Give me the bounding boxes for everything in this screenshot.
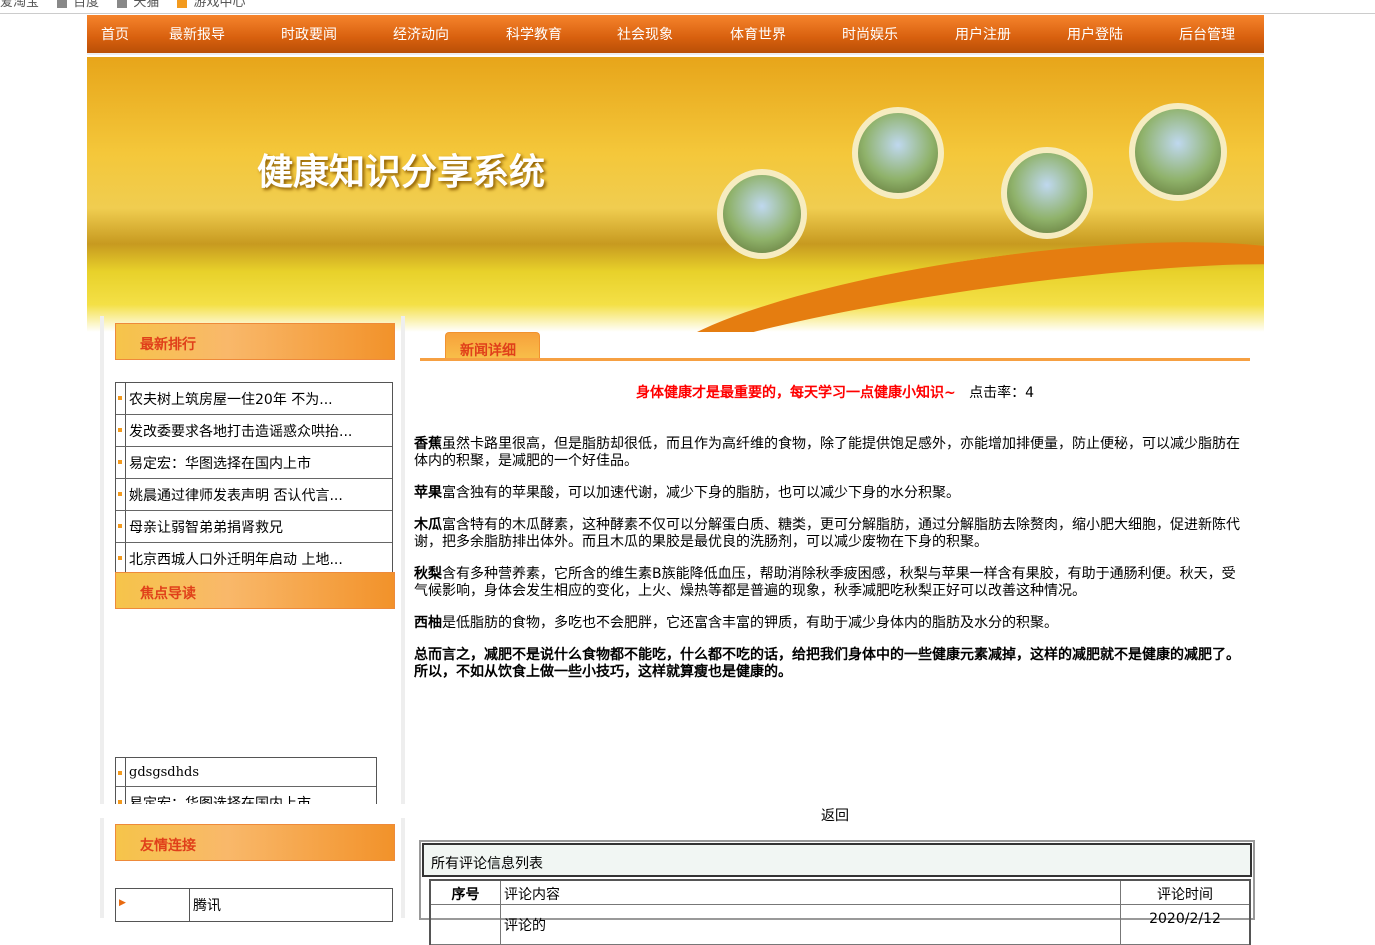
col-time: 评论时间 <box>1157 887 1213 903</box>
paragraph: 总而言之，减肥不是说什么食物都不能吃，什么都不吃的话，给把我们身体中的一些健康元… <box>414 647 1240 680</box>
nav-economy[interactable]: 经济动向 <box>393 24 449 44</box>
link-label[interactable]: 腾讯 <box>190 895 221 915</box>
list-item-label[interactable]: 发改委要求各地打击造谣惑众哄抬... <box>126 421 352 441</box>
nav-admin[interactable]: 后台管理 <box>1179 24 1235 44</box>
main-nav: 首页 最新报导 时政要闻 经济动向 科学教育 社会现象 体育世界 时尚娱乐 用户… <box>87 15 1264 55</box>
cell-content: 评论的 <box>501 905 1121 944</box>
cell-time: 2020/2/12 <box>1149 911 1221 927</box>
back-link[interactable]: 返回 <box>821 805 849 825</box>
nav-society[interactable]: 社会现象 <box>617 24 673 44</box>
banner-photo <box>852 107 944 199</box>
nav-politics[interactable]: 时政要闻 <box>281 24 337 44</box>
list-item[interactable]: 母亲让弱智弟弟捐肾救兄 <box>116 511 392 543</box>
site-title: 健康知识分享系统 <box>257 151 546 193</box>
banner-photo <box>717 169 807 259</box>
latest-list: 农夫树上筑房屋一住20年 不为... 发改委要求各地打击造谣惑众哄抬... 易定… <box>115 382 393 576</box>
list-item-label[interactable]: gdsgsdhds <box>126 765 199 780</box>
nav-register[interactable]: 用户注册 <box>955 24 1011 44</box>
col-index: 序号 <box>431 881 501 904</box>
list-item-label[interactable]: 母亲让弱智弟弟捐肾救兄 <box>126 517 283 537</box>
bullet-icon <box>116 511 126 542</box>
arrow-icon: ▶ <box>116 889 190 921</box>
nav-sports[interactable]: 体育世界 <box>730 24 786 44</box>
bullet-icon <box>116 383 126 414</box>
comments-panel: 所有评论信息列表 序号 评论内容 评论时间 评论的 2020/2/12 <box>419 840 1255 945</box>
latest-header: 最新排行 <box>115 323 395 360</box>
bookmark[interactable]: 百度 <box>57 0 99 10</box>
links-header: 友情连接 <box>115 824 395 861</box>
page-icon <box>57 0 68 8</box>
list-item[interactable]: ▶ 腾讯 <box>116 889 392 921</box>
nav-fashion[interactable]: 时尚娱乐 <box>842 24 898 44</box>
paragraph: 西柚是低脂肪的食物，多吃也不会肥胖，它还富含丰富的钾质，有助于减少身体内的脂肪及… <box>414 615 1058 631</box>
list-item-label[interactable]: 姚晨通过律师发表声明 否认代言... <box>126 485 343 505</box>
page-icon <box>117 0 128 8</box>
bullet-icon <box>116 479 126 510</box>
bullet-icon <box>116 543 126 575</box>
list-item[interactable]: gdsgsdhds <box>116 758 376 787</box>
main-content: 新闻详细 身体健康才是最重要的，每天学习一点健康小知识~ 点击率：4 香蕉虽然卡… <box>405 316 1265 945</box>
bullet-icon <box>116 447 126 478</box>
nav-home[interactable]: 首页 <box>101 24 129 44</box>
banner-photo <box>1129 103 1227 201</box>
bookmark[interactable]: 游戏中心 <box>177 0 245 10</box>
tab-news-detail[interactable]: 新闻详细 <box>445 332 540 360</box>
nav-login[interactable]: 用户登陆 <box>1067 24 1123 44</box>
bullet-icon <box>116 758 126 786</box>
sidebar: 最新排行 农夫树上筑房屋一住20年 不为... 发改委要求各地打击造谣惑众哄抬.… <box>100 316 405 922</box>
article-headline: 身体健康才是最重要的，每天学习一点健康小知识~ 点击率：4 <box>405 382 1265 402</box>
article-body: 香蕉虽然卡路里很高，但是脂肪却很低，而且作为高纤维的食物，除了能提供饱足感外，亦… <box>414 436 1249 696</box>
table-header: 序号 评论内容 评论时间 <box>431 881 1249 905</box>
clicks-value: 4 <box>1025 385 1034 401</box>
cell-index <box>431 905 501 944</box>
bookmarks-bar: 爱淘宝 百度 天猫 游戏中心 <box>0 0 1375 14</box>
list-item-label[interactable]: 农夫树上筑房屋一住20年 不为... <box>126 389 333 409</box>
game-icon <box>177 0 188 8</box>
bookmark[interactable]: 爱淘宝 <box>0 0 39 10</box>
links-list: ▶ 腾讯 <box>115 888 393 922</box>
paragraph: 苹果富含独有的苹果酸，可以加速代谢，减少下身的脂肪，也可以减少下身的水分积聚。 <box>414 485 960 501</box>
focus-header: 焦点导读 <box>115 572 395 609</box>
list-item[interactable]: 姚晨通过律师发表声明 否认代言... <box>116 479 392 511</box>
list-item[interactable]: 发改委要求各地打击造谣惑众哄抬... <box>116 415 392 447</box>
list-item[interactable]: 农夫树上筑房屋一住20年 不为... <box>116 383 392 415</box>
paragraph: 香蕉虽然卡路里很高，但是脂肪却很低，而且作为高纤维的食物，除了能提供饱足感外，亦… <box>414 436 1240 469</box>
paragraph: 秋梨含有多种营养素，它所含的维生素B族能降低血压，帮助消除秋季疲困感，秋梨与苹果… <box>414 566 1236 599</box>
bookmark[interactable]: 天猫 <box>117 0 159 10</box>
list-item[interactable]: 易定宏：华图选择在国内上市 <box>116 447 392 479</box>
focus-list: gdsgsdhds 易定宏：华图选择在国内上市 <box>115 757 377 804</box>
tab-underline <box>420 358 1250 361</box>
banner: 健康知识分享系统 <box>87 57 1264 332</box>
bullet-icon <box>116 787 126 804</box>
paragraph: 木瓜富含特有的木瓜酵素，这种酵素不仅可以分解蛋白质、糖类，更可分解脂肪，通过分解… <box>414 517 1240 550</box>
nav-science[interactable]: 科学教育 <box>506 24 562 44</box>
list-item-label[interactable]: 易定宏：华图选择在国内上市 <box>126 793 311 804</box>
list-item-label[interactable]: 北京西城人口外迁明年启动 上地... <box>126 549 343 569</box>
list-item[interactable]: 北京西城人口外迁明年启动 上地... <box>116 543 392 575</box>
table-row: 评论的 2020/2/12 <box>431 905 1249 945</box>
comments-caption: 所有评论信息列表 <box>422 843 1252 877</box>
list-item[interactable]: 易定宏：华图选择在国内上市 <box>116 787 376 804</box>
divider <box>100 804 405 818</box>
clicks-label: 点击率： <box>969 385 1026 401</box>
col-content: 评论内容 <box>501 881 1121 904</box>
bullet-icon <box>116 415 126 446</box>
nav-latest[interactable]: 最新报导 <box>169 24 225 44</box>
article-title: 身体健康才是最重要的，每天学习一点健康小知识~ <box>635 385 956 401</box>
banner-photo <box>1001 147 1093 239</box>
comments-table: 序号 评论内容 评论时间 评论的 2020/2/12 <box>429 879 1251 945</box>
list-item-label[interactable]: 易定宏：华图选择在国内上市 <box>126 453 311 473</box>
